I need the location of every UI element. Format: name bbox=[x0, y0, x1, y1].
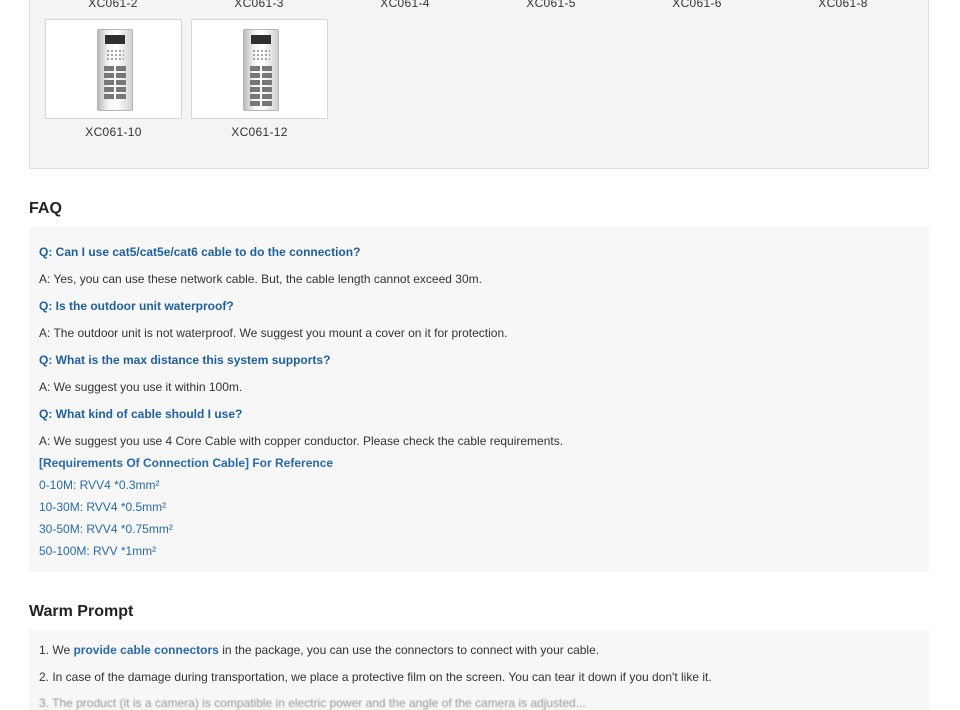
warm-prompt-item-3: 3. The product (it is a camera) is compa… bbox=[39, 696, 586, 710]
door-station-icon bbox=[96, 29, 133, 111]
model-label[interactable]: XC061-8 bbox=[775, 0, 911, 10]
cable-requirement: 30-50M: RVV4 *0.75mm² bbox=[39, 522, 173, 536]
model-label[interactable]: XC061-6 bbox=[629, 0, 765, 10]
warm-prompt-item-2: 2. In case of the damage during transpor… bbox=[39, 670, 712, 684]
faq-question: Q: Can I use cat5/cat5e/cat6 cable to do… bbox=[39, 245, 361, 259]
model-label[interactable]: XC061-4 bbox=[337, 0, 473, 10]
cable-requirement: 10-30M: RVV4 *0.5mm² bbox=[39, 500, 167, 514]
door-station-icon bbox=[242, 29, 279, 111]
faq-answer: A: We suggest you use it within 100m. bbox=[39, 380, 243, 394]
faq-answer: A: Yes, you can use these network cable.… bbox=[39, 272, 482, 286]
cable-requirement: 50-100M: RVV *1mm² bbox=[39, 544, 157, 558]
faq-question: Q: Is the outdoor unit waterproof? bbox=[39, 299, 234, 313]
cable-requirement: 0-10M: RVV4 *0.3mm² bbox=[39, 478, 160, 492]
warm-prompt-item-1: 1. We provide cable connectors in the pa… bbox=[39, 643, 599, 657]
faq-panel: Q: Can I use cat5/cat5e/cat6 cable to do… bbox=[29, 227, 929, 572]
faq-question: Q: What is the max distance this system … bbox=[39, 353, 331, 367]
faq-heading: FAQ bbox=[29, 200, 62, 217]
model-thumbnail-xc061-12[interactable] bbox=[191, 19, 328, 119]
model-label-row: XC061-2 XC061-3 XC061-4 XC061-5 XC061-6 … bbox=[0, 0, 960, 12]
cable-connectors-highlight: provide cable connectors bbox=[73, 643, 219, 657]
model-label[interactable]: XC061-12 bbox=[191, 125, 328, 139]
model-label[interactable]: XC061-5 bbox=[483, 0, 619, 10]
model-thumbnail-xc061-10[interactable] bbox=[45, 19, 182, 119]
faq-answer: A: The outdoor unit is not waterproof. W… bbox=[39, 326, 508, 340]
warm-prompt-text: in the package, you can use the connecto… bbox=[218, 643, 600, 657]
faq-question: Q: What kind of cable should I use? bbox=[39, 407, 243, 421]
warm-prompt-heading: Warm Prompt bbox=[29, 603, 134, 620]
model-label[interactable]: XC061-2 bbox=[45, 0, 181, 10]
model-label[interactable]: XC061-3 bbox=[191, 0, 327, 10]
warm-prompt-text: 1. We bbox=[39, 643, 74, 657]
cable-requirements-title: [Requirements Of Connection Cable] For R… bbox=[39, 456, 334, 470]
faq-answer: A: We suggest you use 4 Core Cable with … bbox=[39, 434, 564, 448]
model-label[interactable]: XC061-10 bbox=[45, 125, 182, 139]
warm-prompt-panel: 1. We provide cable connectors in the pa… bbox=[29, 630, 929, 710]
